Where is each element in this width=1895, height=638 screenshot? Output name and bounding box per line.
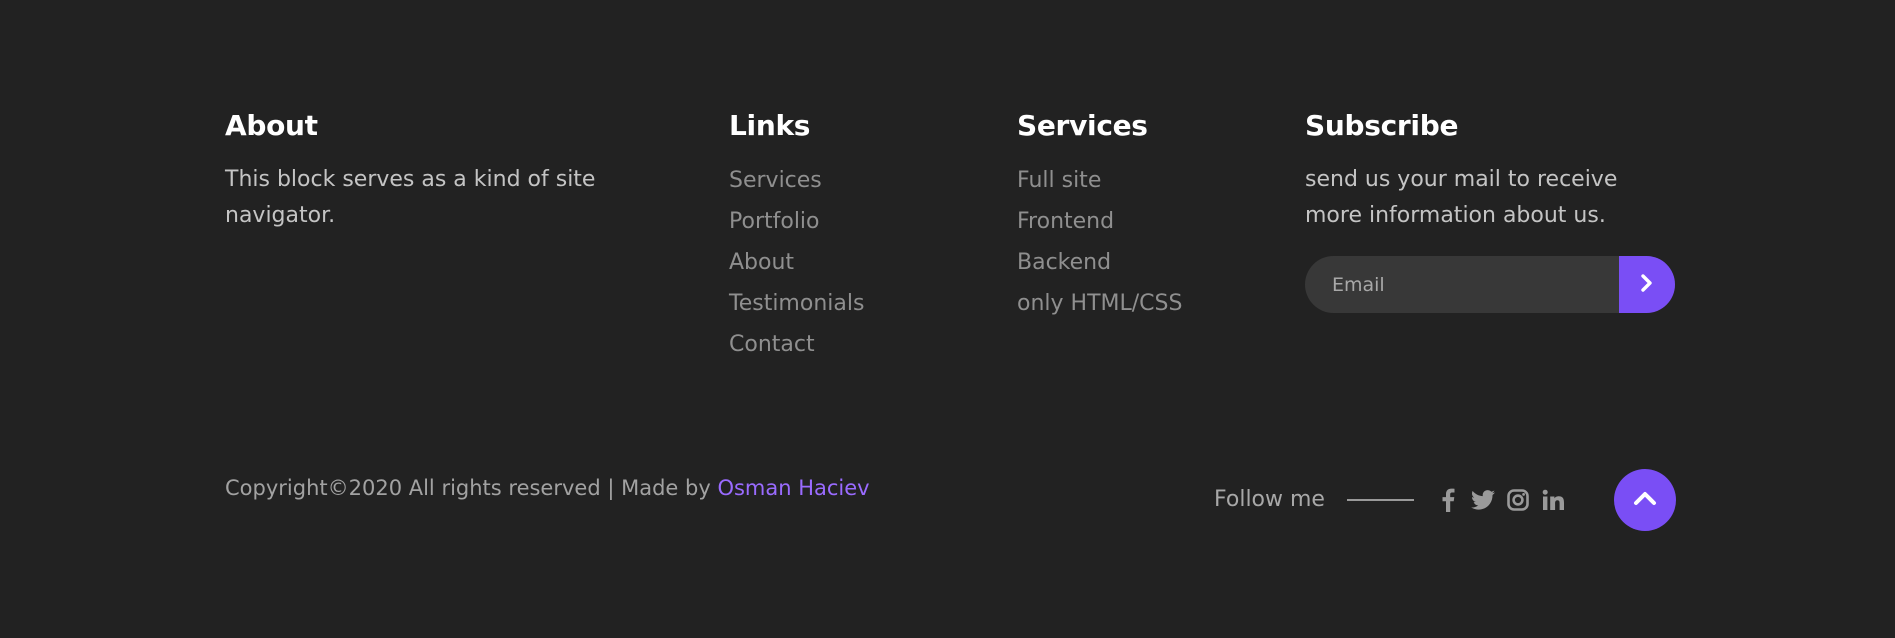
services-list: Full site Frontend Backend only HTML/CSS <box>1017 160 1257 324</box>
service-html-css[interactable]: only HTML/CSS <box>1017 283 1257 324</box>
links-heading: Links <box>729 109 811 142</box>
scroll-to-top-button[interactable] <box>1614 469 1676 531</box>
service-frontend[interactable]: Frontend <box>1017 201 1257 242</box>
social-links <box>1436 488 1565 512</box>
about-heading: About <box>225 109 318 142</box>
service-full-site[interactable]: Full site <box>1017 160 1257 201</box>
about-text: This block serves as a kind of site navi… <box>225 167 596 228</box>
twitter-icon[interactable] <box>1470 488 1495 512</box>
services-heading: Services <box>1017 109 1148 142</box>
instagram-icon[interactable] <box>1506 488 1530 512</box>
links-list: Services Portfolio About Testimonials Co… <box>729 160 949 365</box>
subscribe-form <box>1305 256 1675 313</box>
subscribe-column: Subscribe send us your mail to receive m… <box>1305 106 1677 313</box>
link-services[interactable]: Services <box>729 160 949 201</box>
subscribe-heading: Subscribe <box>1305 109 1459 142</box>
chevron-up-icon <box>1633 490 1657 510</box>
author-link[interactable]: Osman Haciev <box>717 476 869 500</box>
subscribe-text: send us your mail to receive more inform… <box>1305 167 1618 228</box>
about-column: About This block serves as a kind of sit… <box>225 106 645 234</box>
email-input[interactable] <box>1305 256 1619 313</box>
facebook-icon[interactable] <box>1436 488 1460 512</box>
service-backend[interactable]: Backend <box>1017 242 1257 283</box>
follow-section: Follow me <box>1214 480 1565 520</box>
linkedin-icon[interactable] <box>1541 488 1565 512</box>
services-column: Services Full site Frontend Backend only… <box>1017 106 1257 324</box>
link-about[interactable]: About <box>729 242 949 283</box>
subscribe-submit-button[interactable] <box>1619 256 1675 313</box>
link-portfolio[interactable]: Portfolio <box>729 201 949 242</box>
copyright-line: Copyright©2020 All rights reserved | Mad… <box>225 470 870 506</box>
links-column: Links Services Portfolio About Testimoni… <box>729 106 949 365</box>
link-contact[interactable]: Contact <box>729 324 949 365</box>
footer: About This block serves as a kind of sit… <box>0 0 1895 638</box>
follow-divider <box>1346 499 1414 501</box>
copyright-text: Copyright©2020 All rights reserved | Mad… <box>225 476 718 500</box>
chevron-right-icon <box>1640 273 1654 296</box>
link-testimonials[interactable]: Testimonials <box>729 283 949 324</box>
follow-label: Follow me <box>1214 487 1325 512</box>
